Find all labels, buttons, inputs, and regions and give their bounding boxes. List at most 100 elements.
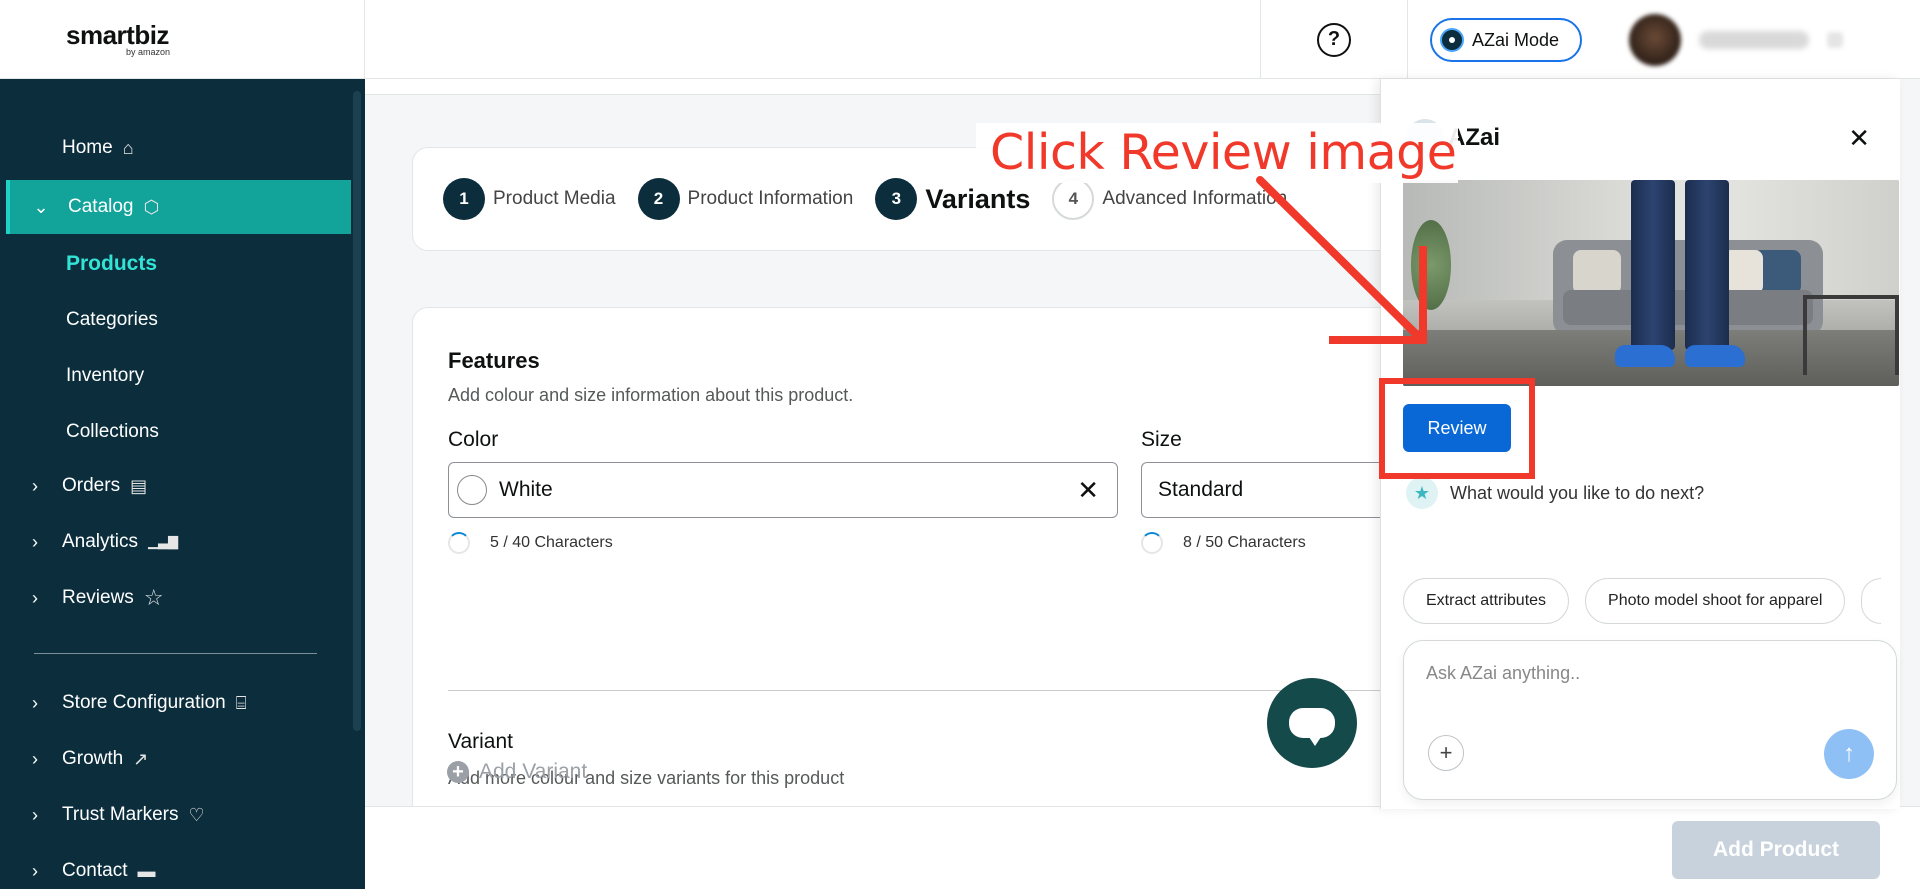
azai-mode-button[interactable]: AZai Mode [1430, 18, 1582, 62]
badge-heart-icon: ♡ [188, 804, 205, 825]
chip-partial[interactable] [1861, 578, 1882, 624]
suggestion-chips: Extract attributes Photo model shoot for… [1403, 578, 1882, 624]
features-title: Features [448, 348, 540, 373]
sidebar-item-store-configuration[interactable]: › Store Configuration ⌸ [0, 676, 352, 730]
sidebar-item-label: Analytics [62, 531, 139, 552]
user-name-blurred [1699, 31, 1809, 49]
section-divider [448, 690, 1413, 691]
image-table [1803, 295, 1899, 375]
sidebar-item-orders[interactable]: › Orders ▤ [0, 459, 352, 513]
step-variants[interactable]: 3 Variants [875, 178, 1030, 220]
sidebar-divider [34, 653, 317, 654]
product-preview-image[interactable] [1403, 180, 1899, 386]
step-product-information[interactable]: 2 Product Information [637, 178, 853, 220]
plus-icon[interactable]: + [1428, 735, 1464, 771]
chat-fab-button[interactable] [1267, 678, 1357, 768]
chip-extract-attributes[interactable]: Extract attributes [1403, 578, 1570, 624]
sidebar-item-growth[interactable]: › Growth ↗ [0, 732, 352, 786]
sidebar-item-home[interactable]: Home ⌂ [0, 121, 352, 175]
main-top-strip [365, 79, 1380, 95]
sidebar-item-analytics[interactable]: › Analytics ▁▃▇ [0, 515, 352, 569]
size-input[interactable]: Standard [1141, 462, 1413, 518]
sidebar-item-trust-markers[interactable]: › Trust Markers ♡ [0, 788, 352, 842]
add-variant-button[interactable]: + Add Variant [447, 760, 587, 784]
send-arrow-icon[interactable]: ↑ [1824, 729, 1874, 779]
home-icon: ⌂ [122, 137, 134, 158]
logo-subtext: by amazon [126, 47, 171, 57]
sparkle-icon: ★ [1406, 477, 1438, 509]
sidebar-item-reviews[interactable]: › Reviews ☆ [0, 571, 352, 625]
sidebar-item-label: Store Configuration [62, 692, 226, 713]
azai-mode-label: AZai Mode [1472, 29, 1560, 50]
azai-logo-icon [1440, 28, 1464, 52]
image-shoe [1685, 345, 1745, 367]
size-char-count: 8 / 50 Characters [1141, 532, 1306, 554]
sidebar-item-label: Growth [62, 748, 124, 769]
image-model-legs [1615, 180, 1745, 367]
sidebar-subitem-categories[interactable]: Categories [66, 309, 158, 331]
chip-photo-model-shoot[interactable]: Photo model shoot for apparel [1585, 578, 1846, 624]
color-char-count: 5 / 40 Characters [448, 532, 613, 554]
chevron-right-icon: › [32, 692, 38, 713]
annotation-arrow-icon [1256, 176, 1427, 344]
bar-chart-icon: ▁▃▇ [148, 534, 179, 549]
question-circle-icon[interactable]: ? [1317, 22, 1351, 57]
clipboard-icon: ▤ [130, 475, 148, 496]
help-area: ? [1260, 0, 1408, 79]
user-menu[interactable] [1625, 10, 1880, 70]
sidebar: Home ⌂ ⌄ Catalog ⬡ Products Categories I… [0, 79, 365, 889]
features-description: Add colour and size information about th… [448, 385, 854, 405]
ask-azai-placeholder: Ask AZai anything.. [1426, 663, 1581, 683]
chevron-down-icon: ⌄ [33, 196, 49, 217]
step-number: 3 [875, 178, 918, 220]
sidebar-item-contact[interactable]: › Contact ▬ [0, 844, 352, 889]
sidebar-item-label: Trust Markers [62, 804, 179, 825]
trend-up-icon: ↗ [133, 748, 149, 769]
annotation-highlight-box [1379, 378, 1535, 479]
size-char-count-text: 8 / 50 Characters [1183, 534, 1306, 551]
step-product-media[interactable]: 1 Product Media [443, 178, 616, 220]
chat-bubble-icon: ▬ [137, 860, 156, 881]
sidebar-scrollbar[interactable] [353, 91, 361, 731]
chevron-right-icon: › [32, 748, 38, 769]
step-label: Product Media [493, 188, 616, 209]
size-value: Standard [1158, 478, 1244, 501]
sidebar-subitem-inventory[interactable]: Inventory [66, 365, 144, 387]
main-content: 1 Product Media 2 Product Information 3 … [365, 79, 1413, 827]
smartbiz-logo[interactable]: smartbiz by amazon [66, 22, 170, 57]
color-input[interactable]: White ✕ [448, 462, 1118, 518]
color-swatch[interactable] [457, 475, 487, 505]
progress-ring-icon [1141, 532, 1163, 554]
color-value: White [499, 478, 553, 501]
next-question: ★ What would you like to do next? [1406, 477, 1704, 509]
box-icon: ⬡ [143, 196, 160, 217]
sidebar-item-label: Catalog [68, 196, 134, 217]
chevron-right-icon: › [32, 475, 38, 496]
sidebar-subitem-collections[interactable]: Collections [66, 421, 159, 443]
sidebar-subitem-products[interactable]: Products [66, 252, 157, 276]
step-number: 1 [443, 178, 485, 220]
next-question-text: What would you like to do next? [1450, 482, 1705, 503]
close-icon[interactable]: ✕ [1077, 475, 1099, 506]
step-number: 4 [1052, 178, 1095, 220]
image-shoe [1615, 345, 1675, 367]
logo-area: smartbiz by amazon [0, 0, 365, 79]
avatar [1629, 14, 1681, 66]
chevron-right-icon: › [32, 860, 38, 881]
add-variant-label: Add Variant [479, 760, 588, 783]
image-leg [1685, 180, 1729, 350]
sidebar-item-label: Reviews [62, 587, 134, 608]
plus-circle-icon: + [447, 761, 469, 783]
image-pillow [1573, 250, 1621, 294]
ask-azai-box[interactable]: Ask AZai anything.. + ↑ [1403, 640, 1897, 800]
sidebar-item-catalog[interactable]: ⌄ Catalog ⬡ [6, 180, 351, 234]
sidebar-item-label: Home [62, 137, 113, 158]
close-icon[interactable]: ✕ [1848, 123, 1870, 154]
chevron-right-icon: › [32, 531, 38, 552]
add-product-button[interactable]: Add Product [1672, 821, 1880, 879]
star-icon: ☆ [143, 585, 164, 610]
variant-title: Variant [448, 730, 513, 753]
chevron-down-icon [1827, 32, 1843, 48]
sidebar-item-label: Orders [62, 475, 121, 496]
image-leg [1631, 180, 1675, 350]
